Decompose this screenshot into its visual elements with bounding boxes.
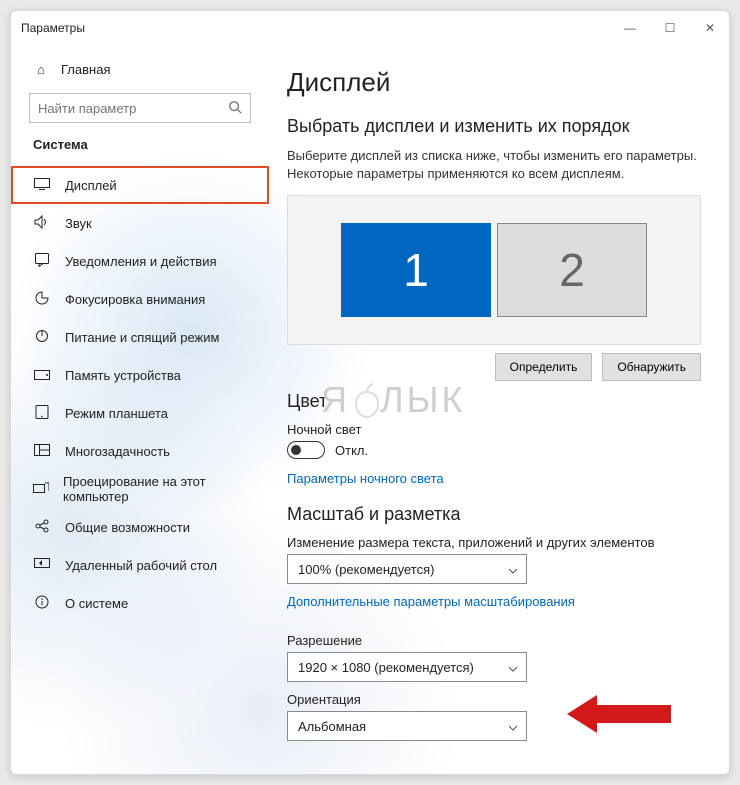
sidebar-item-notifications[interactable]: Уведомления и действия xyxy=(11,242,269,280)
storage-icon xyxy=(33,367,51,383)
remote-desktop-icon xyxy=(33,557,51,573)
sidebar-item-label: Звук xyxy=(65,216,92,231)
arrange-heading: Выбрать дисплеи и изменить их порядок xyxy=(287,116,701,137)
night-light-label: Ночной свет xyxy=(287,422,701,437)
page-title: Дисплей xyxy=(287,67,701,98)
settings-window: Параметры — ☐ ✕ ⌂ Главная Система xyxy=(10,10,730,775)
sidebar-item-shared[interactable]: Общие возможности xyxy=(11,508,269,546)
arrange-buttons: Определить Обнаружить xyxy=(287,353,701,381)
scale-label: Изменение размера текста, приложений и д… xyxy=(287,535,701,550)
sidebar-item-focus-assist[interactable]: Фокусировка внимания xyxy=(11,280,269,318)
about-icon xyxy=(33,595,51,612)
chevron-down-icon xyxy=(508,719,518,734)
sidebar-item-tablet[interactable]: Режим планшета xyxy=(11,394,269,432)
sidebar-item-label: Память устройства xyxy=(65,368,181,383)
shared-icon xyxy=(33,519,51,536)
close-button[interactable]: ✕ xyxy=(701,21,719,35)
sidebar-item-label: Уведомления и действия xyxy=(65,254,217,269)
sidebar-item-label: О системе xyxy=(65,596,128,611)
tablet-icon xyxy=(33,405,51,422)
minimize-button[interactable]: — xyxy=(621,21,639,35)
search-icon xyxy=(228,100,242,117)
sidebar-item-storage[interactable]: Память устройства xyxy=(11,356,269,394)
sidebar-item-label: Проецирование на этот компьютер xyxy=(63,474,247,504)
home-label: Главная xyxy=(61,62,110,77)
sidebar-section-label: Система xyxy=(11,137,269,160)
night-light-toggle[interactable] xyxy=(287,441,325,459)
sound-icon xyxy=(33,215,51,232)
sidebar-item-label: Многозадачность xyxy=(65,444,170,459)
resolution-label: Разрешение xyxy=(287,633,701,648)
sidebar-item-label: Удаленный рабочий стол xyxy=(65,558,217,573)
night-light-state: Откл. xyxy=(335,443,368,458)
arrange-description: Выберите дисплей из списка ниже, чтобы и… xyxy=(287,147,701,183)
sidebar-item-label: Фокусировка внимания xyxy=(65,292,205,307)
color-heading: Цвет xyxy=(287,391,701,412)
display-arrangement-area[interactable]: 1 2 xyxy=(287,195,701,345)
resolution-dropdown[interactable]: 1920 × 1080 (рекомендуется) xyxy=(287,652,527,682)
content-area: Я ЛЫК Дисплей Выбрать дисплеи и изменить… xyxy=(269,45,729,774)
monitor-1[interactable]: 1 xyxy=(341,223,491,317)
sidebar-item-label: Питание и спящий режим xyxy=(65,330,219,345)
titlebar: Параметры — ☐ ✕ xyxy=(11,11,729,45)
sidebar-item-display[interactable]: Дисплей xyxy=(11,166,269,204)
sidebar-item-remote-desktop[interactable]: Удаленный рабочий стол xyxy=(11,546,269,584)
nav-list: Дисплей Звук Уведомления и действия xyxy=(11,160,269,622)
window-controls: — ☐ ✕ xyxy=(621,21,719,35)
advanced-scaling-link[interactable]: Дополнительные параметры масштабирования xyxy=(287,594,575,609)
home-link[interactable]: ⌂ Главная xyxy=(11,51,269,87)
sidebar-item-multitasking[interactable]: Многозадачность xyxy=(11,432,269,470)
scale-heading: Масштаб и разметка xyxy=(287,504,701,525)
search-input[interactable] xyxy=(38,101,228,116)
sidebar-item-sound[interactable]: Звук xyxy=(11,204,269,242)
chevron-down-icon xyxy=(508,660,518,675)
night-light-settings-link[interactable]: Параметры ночного света xyxy=(287,471,444,486)
monitor-2[interactable]: 2 xyxy=(497,223,647,317)
search-box[interactable] xyxy=(29,93,251,123)
sidebar-item-label: Режим планшета xyxy=(65,406,168,421)
sidebar-item-about[interactable]: О системе xyxy=(11,584,269,622)
sidebar-item-label: Дисплей xyxy=(65,178,117,193)
sidebar-item-label: Общие возможности xyxy=(65,520,190,535)
window-title: Параметры xyxy=(21,21,85,35)
multitasking-icon xyxy=(33,443,51,459)
orientation-dropdown[interactable]: Альбомная xyxy=(287,711,527,741)
projecting-icon xyxy=(33,481,49,497)
sidebar-item-projecting[interactable]: Проецирование на этот компьютер xyxy=(11,470,269,508)
orientation-value: Альбомная xyxy=(298,719,366,734)
focus-icon xyxy=(33,291,51,308)
orientation-label: Ориентация xyxy=(287,692,701,707)
power-icon xyxy=(33,329,51,346)
scale-dropdown[interactable]: 100% (рекомендуется) xyxy=(287,554,527,584)
identify-button[interactable]: Определить xyxy=(495,353,593,381)
night-light-toggle-row: Откл. xyxy=(287,441,701,459)
resolution-value: 1920 × 1080 (рекомендуется) xyxy=(298,660,474,675)
chevron-down-icon xyxy=(508,562,518,577)
maximize-button[interactable]: ☐ xyxy=(661,21,679,35)
scale-value: 100% (рекомендуется) xyxy=(298,562,434,577)
home-icon: ⌂ xyxy=(33,62,49,77)
notifications-icon xyxy=(33,253,51,270)
sidebar-item-power[interactable]: Питание и спящий режим xyxy=(11,318,269,356)
detect-button[interactable]: Обнаружить xyxy=(602,353,701,381)
toggle-knob xyxy=(291,445,301,455)
sidebar: ⌂ Главная Система Дисплей xyxy=(11,45,269,774)
display-icon xyxy=(33,177,51,193)
